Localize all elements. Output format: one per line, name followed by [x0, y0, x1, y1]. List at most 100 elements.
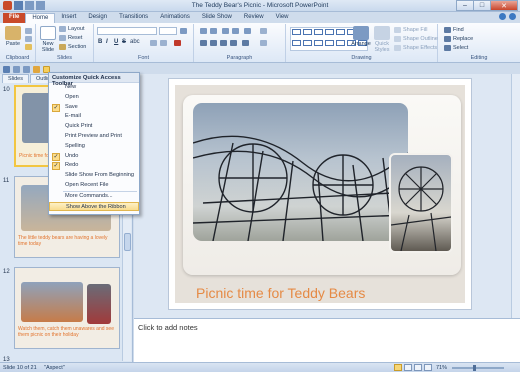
- editor-scrollbar[interactable]: [511, 74, 520, 318]
- slide-card: Picnic time for Teddy Bears: [183, 95, 461, 301]
- menu-item-quick-print[interactable]: Quick Print: [49, 122, 139, 132]
- menu-item-undo[interactable]: ✓ Undo: [49, 152, 139, 162]
- tab-design[interactable]: Design: [82, 13, 113, 23]
- slide-sorter-icon[interactable]: [404, 364, 412, 371]
- menu-item-more-commands[interactable]: More Commands...: [49, 192, 139, 202]
- reading-view-icon[interactable]: [414, 364, 422, 371]
- notes-pane[interactable]: Click to add notes: [134, 318, 520, 362]
- bold-button[interactable]: B: [98, 39, 102, 45]
- tab-slides[interactable]: Slides: [2, 74, 29, 83]
- menu-item-new[interactable]: New: [49, 83, 139, 93]
- char-spacing-icon[interactable]: [150, 40, 157, 46]
- menu-item-open-recent-file[interactable]: Open Recent File: [49, 181, 139, 191]
- shape-fill-button[interactable]: Shape Fill: [394, 27, 427, 33]
- checkmark-icon: ✓: [52, 103, 60, 112]
- shape-outline-button[interactable]: Shape Outline: [394, 36, 438, 42]
- format-painter-icon[interactable]: [25, 44, 32, 50]
- tab-home[interactable]: Home: [25, 13, 56, 23]
- zoom-level[interactable]: 71%: [436, 365, 447, 371]
- paragraph-group: Paragraph: [194, 24, 286, 62]
- editing-group: Find Replace Select Editing: [438, 24, 520, 62]
- line-spacing-icon[interactable]: [244, 28, 251, 34]
- align-left-icon[interactable]: [200, 40, 207, 46]
- select-icon: [444, 45, 451, 51]
- customize-qat-menu: Customize Quick Access Toolbar New Open ✓ S…: [48, 72, 140, 215]
- menu-item-save[interactable]: ✓ Save: [49, 103, 139, 113]
- menu-item-e-mail[interactable]: E-mail: [49, 112, 139, 122]
- grow-font-icon[interactable]: [180, 28, 187, 34]
- slideshow-icon[interactable]: [33, 65, 40, 73]
- font-color-icon[interactable]: [174, 40, 181, 46]
- change-case-icon[interactable]: [160, 40, 167, 46]
- redo-icon[interactable]: [23, 65, 30, 73]
- find-button[interactable]: Find: [444, 27, 464, 33]
- normal-view-icon[interactable]: [394, 364, 402, 371]
- strikethrough-button[interactable]: S: [122, 39, 126, 45]
- slide-title[interactable]: Picnic time for Teddy Bears: [196, 285, 365, 301]
- section-icon: [59, 44, 66, 50]
- italic-button[interactable]: I: [106, 39, 108, 45]
- menu-item-redo[interactable]: ✓ Redo: [49, 161, 139, 171]
- shadow-button[interactable]: abc: [130, 39, 140, 45]
- clipboard-group: Paste Clipboard: [0, 24, 36, 62]
- slideshow-view-icon[interactable]: [424, 364, 432, 371]
- zoom-slider-knob[interactable]: [473, 365, 476, 371]
- current-slide[interactable]: Picnic time for Teddy Bears: [168, 78, 472, 310]
- tab-file[interactable]: File: [3, 13, 26, 23]
- increase-indent-icon[interactable]: [232, 28, 239, 34]
- menu-item-show-above-ribbon[interactable]: Show Above the Ribbon: [49, 201, 139, 212]
- columns-icon[interactable]: [242, 40, 249, 46]
- font-size-box[interactable]: [159, 27, 177, 35]
- tab-insert[interactable]: Insert: [55, 13, 82, 23]
- menu-item-spelling[interactable]: Spelling: [49, 142, 139, 152]
- replace-button[interactable]: Replace: [444, 36, 473, 42]
- reset-button[interactable]: Reset: [59, 35, 82, 41]
- paste-button[interactable]: Paste: [4, 26, 22, 47]
- save-icon[interactable]: [3, 65, 10, 73]
- align-right-icon[interactable]: [220, 40, 227, 46]
- tab-animations[interactable]: Animations: [154, 13, 196, 23]
- minimize-button[interactable]: –: [456, 0, 474, 11]
- underline-button[interactable]: U: [114, 39, 118, 45]
- layout-button[interactable]: Layout: [59, 26, 85, 32]
- minimize-ribbon-icon[interactable]: [499, 13, 506, 20]
- slide-thumbnail-12[interactable]: 12 Watch them, catch them unawares and s…: [2, 267, 120, 353]
- maximize-button[interactable]: □: [473, 0, 491, 11]
- menu-item-slide-show-from-beginning[interactable]: Slide Show From Beginning: [49, 171, 139, 181]
- status-bar: Slide 10 of 21 "Aspect" 71%: [0, 362, 520, 372]
- decrease-indent-icon[interactable]: [222, 28, 229, 34]
- smartart-icon[interactable]: [260, 40, 267, 46]
- copy-icon[interactable]: [25, 36, 32, 42]
- align-center-icon[interactable]: [210, 40, 217, 46]
- scrollbar-thumb[interactable]: [124, 233, 131, 251]
- shape-effects-button[interactable]: Shape Effects: [394, 45, 437, 51]
- text-direction-icon[interactable]: [260, 28, 267, 34]
- shape-effects-icon: [394, 45, 401, 51]
- tab-review[interactable]: Review: [238, 13, 270, 23]
- quick-styles-button[interactable]: Quick Styles: [372, 26, 392, 53]
- coaster-lines: [193, 135, 408, 241]
- cut-icon[interactable]: [25, 28, 32, 34]
- help-icon[interactable]: [509, 13, 516, 20]
- arrange-button[interactable]: Arrange: [350, 26, 372, 47]
- menu-item-open[interactable]: Open: [49, 93, 139, 103]
- font-name-box[interactable]: [97, 27, 157, 35]
- select-button[interactable]: Select: [444, 45, 468, 51]
- justify-icon[interactable]: [230, 40, 237, 46]
- roller-coaster-photo[interactable]: [193, 103, 408, 241]
- numbering-icon[interactable]: [210, 28, 217, 34]
- bullets-icon[interactable]: [200, 28, 207, 34]
- close-button[interactable]: ✕: [490, 0, 518, 11]
- undo-icon[interactable]: [13, 65, 20, 73]
- reset-icon: [59, 35, 66, 41]
- zoom-slider[interactable]: [452, 367, 504, 369]
- tab-view[interactable]: View: [270, 13, 295, 23]
- section-button[interactable]: Section: [59, 44, 86, 50]
- replace-icon: [444, 36, 451, 42]
- menu-item-print-preview-and-print[interactable]: Print Preview and Print: [49, 132, 139, 142]
- tab-transitions[interactable]: Transitions: [113, 13, 154, 23]
- new-slide-button[interactable]: New Slide: [39, 26, 57, 53]
- coaster-closeup-photo[interactable]: [389, 153, 453, 253]
- drawing-group: Arrange Quick Styles Shape Fill Shape Ou…: [286, 24, 438, 62]
- tab-slide-show[interactable]: Slide Show: [196, 13, 238, 23]
